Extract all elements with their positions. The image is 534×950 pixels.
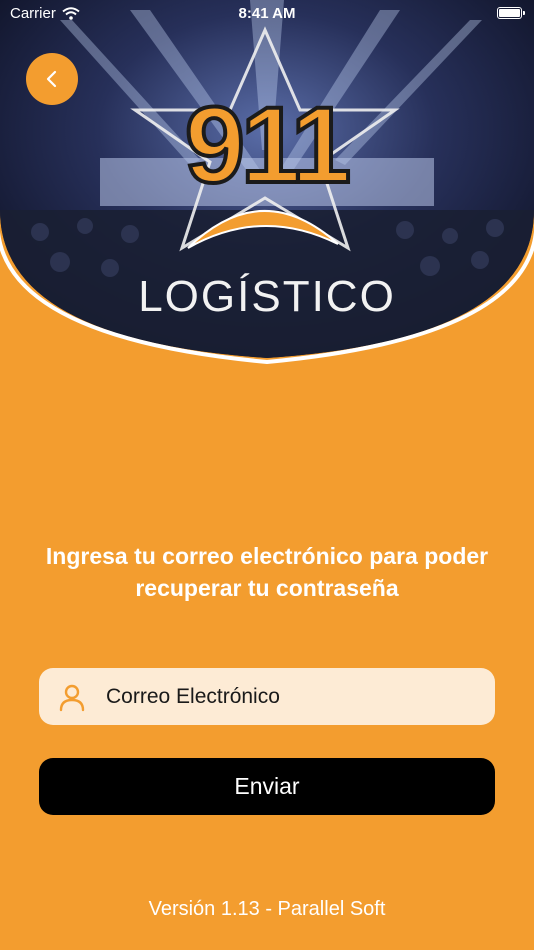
battery-icon: [497, 7, 525, 19]
send-button[interactable]: Enviar: [39, 758, 495, 815]
status-time: 8:41 AM: [238, 5, 296, 22]
email-field[interactable]: [39, 668, 495, 725]
logo-number: 911: [185, 84, 349, 205]
instructions-text: Ingresa tu correo electrónico para poder…: [45, 543, 489, 601]
logo-word: LOGÍSTICO: [138, 272, 396, 321]
user-icon: [59, 684, 85, 711]
chevron-left-icon: [46, 70, 57, 88]
version-label: Versión 1.13 - Parallel Soft: [148, 898, 386, 920]
back-button[interactable]: [26, 53, 78, 105]
status-bar: Carrier 8:41 AM: [0, 0, 534, 28]
email-input[interactable]: [104, 683, 468, 710]
